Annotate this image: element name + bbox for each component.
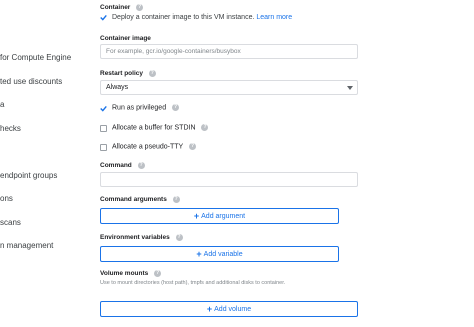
run-as-privileged-row: Run as privileged ? (112, 104, 180, 112)
help-icon[interactable]: ? (136, 4, 144, 11)
volume-mounts-section-label: Volume mounts ? (100, 270, 162, 278)
sidebar: for Compute Engine ted use discounts a h… (0, 0, 90, 327)
add-variable-button[interactable]: + Add variable (100, 246, 339, 262)
learn-more-link[interactable]: Learn more (256, 14, 292, 21)
allocate-tty-row: Allocate a pseudo-TTY ? (112, 143, 197, 151)
container-settings-form: Container ? Deploy a container image to … (100, 0, 470, 327)
volume-mounts-description: Use to mount directories (host path), tm… (100, 280, 286, 286)
sidebar-item-health-checks[interactable]: hecks (0, 124, 21, 133)
restart-policy-section-label: Restart policy ? (100, 70, 156, 77)
container-image-section-label: Container image (100, 35, 151, 42)
check-icon (100, 105, 107, 112)
command-input[interactable] (100, 172, 358, 187)
plus-icon: + (196, 249, 202, 259)
allocate-stdin-label: Allocate a buffer for STDIN (112, 124, 196, 132)
help-icon[interactable]: ? (189, 143, 197, 150)
environment-variables-label: Environment variables (100, 234, 170, 242)
sidebar-item-metadata[interactable]: a (0, 100, 4, 109)
command-arguments-section-label: Command arguments ? (100, 196, 180, 203)
allocate-tty-label: Allocate a pseudo-TTY (112, 143, 184, 151)
sidebar-item-committed-use-discounts[interactable]: ted use discounts (0, 77, 62, 86)
sidebar-item-compute-engine[interactable]: for Compute Engine (0, 53, 71, 62)
deploy-container-label: Deploy a container image to this VM inst… (112, 14, 255, 21)
allocate-tty-checkbox[interactable] (100, 144, 107, 151)
restart-policy-label: Restart policy (100, 70, 143, 78)
add-argument-button[interactable]: + Add argument (100, 208, 339, 224)
plus-icon: + (206, 304, 213, 314)
command-arguments-label: Command arguments (100, 196, 167, 204)
help-icon[interactable]: ? (201, 124, 209, 131)
plus-icon: + (193, 211, 200, 221)
allocate-stdin-checkbox[interactable] (100, 125, 107, 132)
container-label: Container (100, 4, 131, 12)
container-image-placeholder: For example, gcr.io/google-containers/bu… (106, 48, 241, 55)
check-icon (100, 14, 107, 21)
sidebar-item-network-endpoint-groups[interactable]: endpoint groups (0, 171, 57, 180)
add-argument-label: Add argument (201, 213, 246, 220)
help-icon[interactable]: ? (137, 162, 145, 169)
help-icon[interactable]: ? (172, 104, 180, 111)
run-as-privileged-label: Run as privileged (112, 104, 167, 112)
add-volume-button[interactable]: + Add volume (100, 301, 358, 317)
command-label: Command (100, 162, 132, 170)
help-icon[interactable]: ? (172, 196, 180, 203)
container-image-input[interactable]: For example, gcr.io/google-containers/bu… (100, 44, 358, 59)
sidebar-item-os-patch-management[interactable]: n management (0, 241, 53, 250)
add-volume-label: Add volume (214, 306, 252, 313)
add-variable-label: Add variable (203, 251, 243, 258)
deploy-container-text: Deploy a container image to this VM inst… (112, 14, 292, 21)
run-as-privileged-checkbox[interactable] (100, 105, 107, 112)
command-section-label: Command ? (100, 162, 145, 169)
volume-mounts-label: Volume mounts (100, 270, 149, 278)
chevron-down-icon (347, 86, 353, 90)
allocate-stdin-row: Allocate a buffer for STDIN ? (112, 124, 209, 132)
container-image-label: Container image (100, 35, 151, 42)
environment-variables-section-label: Environment variables ? (100, 234, 183, 241)
deploy-container-checkbox[interactable] (100, 14, 107, 21)
container-section-label: Container ? (100, 4, 144, 12)
help-icon[interactable]: ? (154, 270, 162, 277)
restart-policy-value: Always (106, 84, 129, 91)
help-icon[interactable]: ? (148, 70, 156, 77)
restart-policy-select[interactable]: Always (100, 80, 358, 95)
sidebar-item-operations[interactable]: ons (0, 194, 13, 203)
help-icon[interactable]: ? (175, 234, 183, 241)
sidebar-item-security-scans[interactable]: scans (0, 218, 21, 227)
